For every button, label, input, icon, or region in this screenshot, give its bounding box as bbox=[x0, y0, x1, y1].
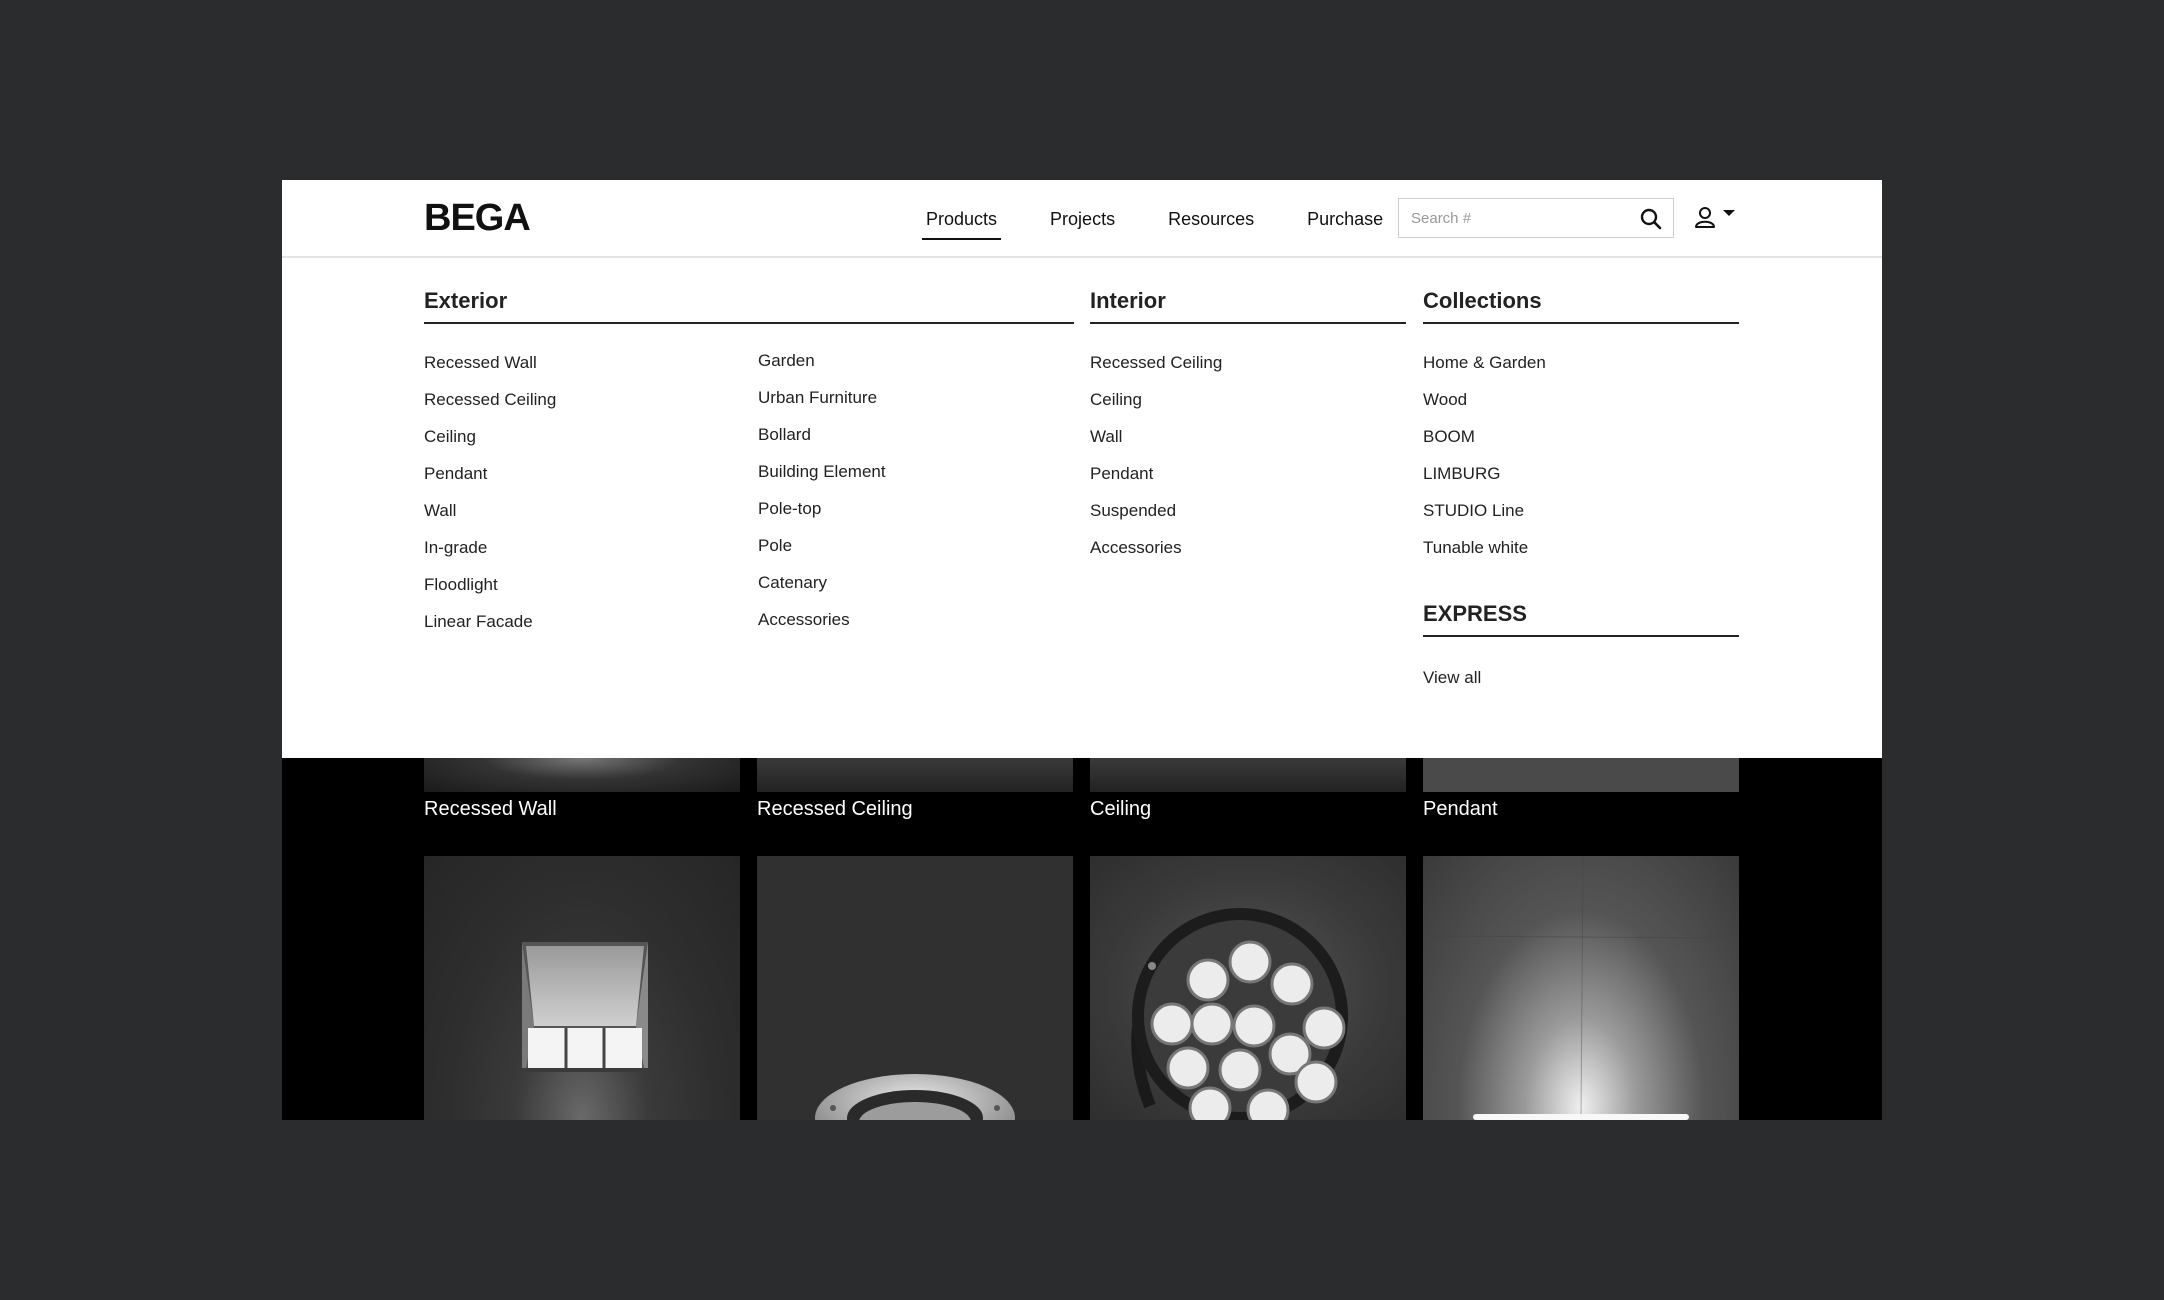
site-header: BEGA Products Projects Resources Purchas… bbox=[282, 180, 1882, 258]
tile-label-ceiling[interactable]: Ceiling bbox=[1090, 798, 1151, 821]
menu-link[interactable]: LIMBURG bbox=[1423, 455, 1739, 492]
menu-link[interactable]: Accessories bbox=[1090, 529, 1406, 566]
menu-link[interactable]: Linear Facade bbox=[424, 603, 744, 640]
menu-link[interactable]: Building Element bbox=[758, 453, 1058, 490]
interior-list: Recessed Ceiling Ceiling Wall Pendant Su… bbox=[1090, 324, 1406, 566]
collections-column: Collections Home & Garden Wood BOOM LIMB… bbox=[1423, 258, 1739, 696]
exterior-column: Exterior Recessed Wall Recessed Ceiling … bbox=[424, 258, 1074, 640]
menu-link[interactable]: Floodlight bbox=[424, 566, 744, 603]
caret-down-icon bbox=[1723, 210, 1735, 216]
menu-link[interactable]: Wall bbox=[1090, 418, 1406, 455]
interior-column: Interior Recessed Ceiling Ceiling Wall P… bbox=[1090, 258, 1406, 566]
express-heading: EXPRESS bbox=[1423, 601, 1739, 637]
search-box bbox=[1398, 198, 1674, 238]
user-icon bbox=[1695, 207, 1715, 228]
menu-link[interactable]: Wall bbox=[424, 492, 744, 529]
search-input[interactable] bbox=[1399, 208, 1633, 228]
menu-link[interactable]: Pendant bbox=[1090, 455, 1406, 492]
menu-link[interactable]: Home & Garden bbox=[1423, 344, 1739, 381]
nav-projects[interactable]: Projects bbox=[1046, 180, 1119, 258]
menu-link[interactable]: Catenary bbox=[758, 564, 1058, 601]
bega-logo[interactable]: BEGA bbox=[424, 198, 531, 238]
menu-link[interactable]: Pendant bbox=[424, 455, 744, 492]
product-image-floodlight[interactable] bbox=[1090, 856, 1406, 1120]
express-list: View all bbox=[1423, 637, 1739, 696]
products-mega-menu: Exterior Recessed Wall Recessed Ceiling … bbox=[282, 258, 1882, 758]
account-menu[interactable] bbox=[1694, 206, 1736, 228]
menu-link[interactable]: STUDIO Line bbox=[1423, 492, 1739, 529]
wall-wash-image bbox=[1423, 856, 1739, 1120]
tile-top-ceiling bbox=[1090, 758, 1406, 792]
floodlight-image bbox=[1131, 908, 1348, 1120]
menu-link[interactable]: Wood bbox=[1423, 381, 1739, 418]
menu-link[interactable]: Suspended bbox=[1090, 492, 1406, 529]
tile-label-pendant[interactable]: Pendant bbox=[1423, 798, 1498, 821]
menu-link[interactable]: In-grade bbox=[424, 529, 744, 566]
product-image-wall-wash[interactable] bbox=[1423, 856, 1739, 1120]
exterior-heading: Exterior bbox=[424, 258, 1074, 324]
collections-list: Home & Garden Wood BOOM LIMBURG STUDIO L… bbox=[1423, 324, 1739, 566]
exterior-list-1: Recessed Wall Recessed Ceiling Ceiling P… bbox=[424, 324, 744, 640]
nav-purchase[interactable]: Purchase bbox=[1303, 180, 1387, 258]
menu-link[interactable]: BOOM bbox=[1423, 418, 1739, 455]
exterior-list-2: Garden Urban Furniture Bollard Building … bbox=[758, 322, 1058, 638]
collections-heading: Collections bbox=[1423, 258, 1739, 324]
tile-label-recessed-wall[interactable]: Recessed Wall bbox=[424, 798, 557, 821]
menu-link[interactable]: Garden bbox=[758, 342, 1058, 379]
menu-link[interactable]: Accessories bbox=[758, 601, 1058, 638]
menu-link[interactable]: Pole-top bbox=[758, 490, 1058, 527]
menu-link[interactable]: Bollard bbox=[758, 416, 1058, 453]
tile-top-pendant bbox=[1423, 758, 1739, 792]
recessed-light-image bbox=[815, 1074, 1015, 1120]
main-nav: Products Projects Resources Purchase bbox=[922, 180, 1432, 258]
menu-link[interactable]: Urban Furniture bbox=[758, 379, 1058, 416]
menu-link[interactable]: Tunable white bbox=[1423, 529, 1739, 566]
tile-top-recessed-wall bbox=[424, 758, 740, 792]
menu-link[interactable]: Pole bbox=[758, 527, 1058, 564]
page-frame: BEGA Products Projects Resources Purchas… bbox=[282, 180, 1882, 1120]
wall-light-image bbox=[522, 942, 648, 1072]
menu-link[interactable]: Recessed Ceiling bbox=[1090, 344, 1406, 381]
menu-link[interactable]: Recessed Wall bbox=[424, 344, 744, 381]
tile-label-recessed-ceiling[interactable]: Recessed Ceiling bbox=[757, 798, 913, 821]
nav-resources[interactable]: Resources bbox=[1164, 180, 1258, 258]
menu-link[interactable]: Recessed Ceiling bbox=[424, 381, 744, 418]
express-view-all-link[interactable]: View all bbox=[1423, 659, 1739, 696]
product-image-wall-light[interactable] bbox=[424, 856, 740, 1120]
menu-link[interactable]: Ceiling bbox=[1090, 381, 1406, 418]
nav-products[interactable]: Products bbox=[922, 180, 1002, 258]
search-icon[interactable] bbox=[1639, 207, 1663, 231]
interior-heading: Interior bbox=[1090, 258, 1406, 324]
tile-top-recessed-ceiling bbox=[757, 758, 1073, 792]
menu-link[interactable]: Ceiling bbox=[424, 418, 744, 455]
product-image-recessed-light[interactable] bbox=[757, 856, 1073, 1120]
